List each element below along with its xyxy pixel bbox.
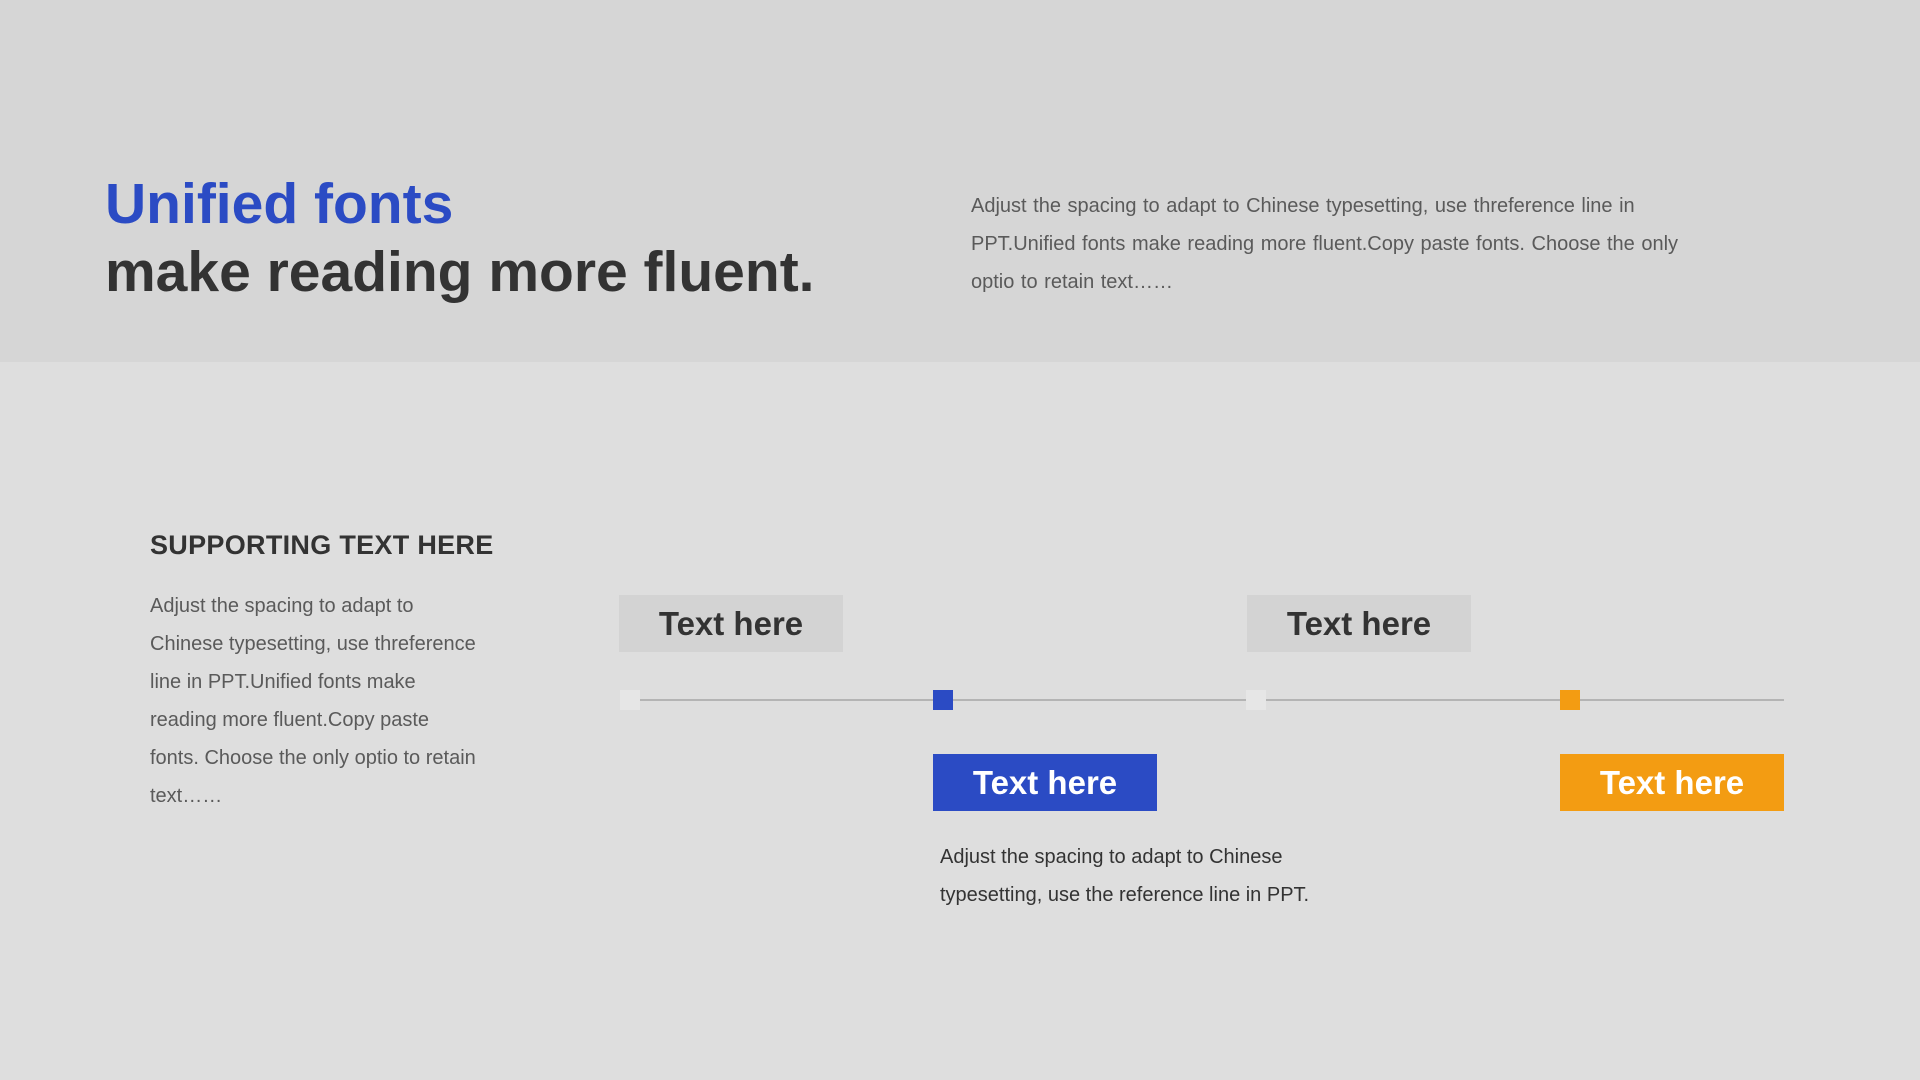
timeline-node-3 <box>1246 690 1266 710</box>
title-accent: Unified fonts <box>105 172 454 236</box>
timeline-label-2: Text here <box>933 754 1157 811</box>
supporting-body: Adjust the spacing to adapt to Chinese t… <box>150 595 476 807</box>
title-main: make reading more fluent. <box>105 240 815 304</box>
timeline-label-1: Text here <box>619 595 843 652</box>
supporting-heading: SUPPORTING TEXT HERE <box>150 530 494 560</box>
timeline-node-4 <box>1560 690 1580 710</box>
timeline-label-4: Text here <box>1560 754 1784 811</box>
timeline-label-3: Text here <box>1247 595 1471 652</box>
timeline-description: Adjust the spacing to adapt to Chinese t… <box>940 846 1310 906</box>
timeline-node-1 <box>620 690 640 710</box>
header-description: Adjust the spacing to adapt to Chinese t… <box>971 195 1679 293</box>
timeline-node-2 <box>933 690 953 710</box>
timeline-line <box>620 699 1784 701</box>
